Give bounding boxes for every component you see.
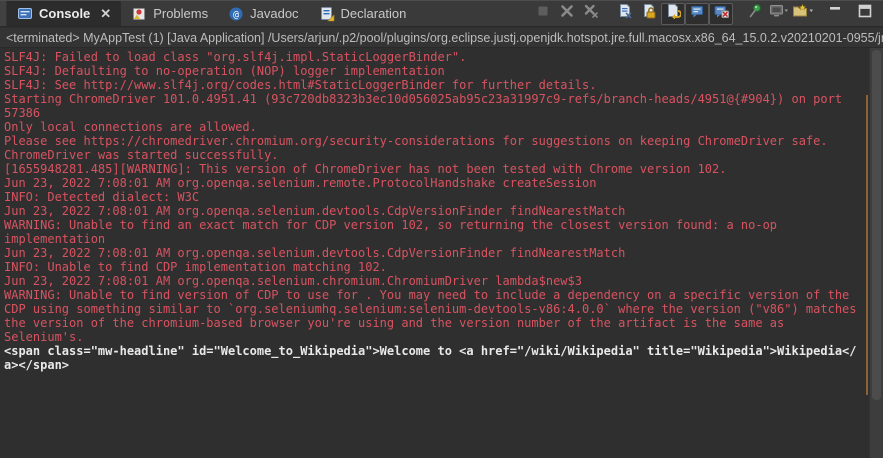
console-line: implementation	[4, 232, 106, 246]
display-selected-console-icon	[769, 3, 789, 24]
launch-status-line: <terminated> MyAppTest (1) [Java Applica…	[0, 28, 883, 48]
maximize-button[interactable]	[853, 3, 877, 25]
show-console-stdout-icon	[689, 3, 705, 24]
tab-label: Console	[39, 6, 91, 21]
view-window-buttons	[823, 3, 877, 25]
console-line: Jun 23, 2022 7:08:01 AM org.openqa.selen…	[4, 274, 582, 288]
tab-label: Declaration	[340, 6, 407, 21]
word-wrap-button[interactable]	[661, 2, 685, 25]
view-tab-bar: Console ✕ Problems @ Javadoc Declaration	[0, 0, 883, 27]
tab-console[interactable]: Console ✕	[7, 1, 122, 26]
minimize-icon	[828, 4, 842, 23]
eclipse-console-view: Console ✕ Problems @ Javadoc Declaration	[0, 0, 883, 458]
remove-all-terminated-button[interactable]	[579, 3, 603, 25]
console-line: 57386	[4, 106, 41, 120]
show-console-stderr-icon	[713, 3, 729, 24]
show-console-stderr-button[interactable]	[709, 2, 733, 25]
javadoc-icon: @	[228, 6, 244, 22]
maximize-icon	[858, 4, 872, 23]
open-console-icon	[792, 3, 814, 24]
vertical-scrollbar[interactable]	[869, 48, 883, 458]
console-line: Please see https://chromedriver.chromium…	[4, 134, 828, 148]
console-line: SLF4J: Defaulting to no-operation (NOP) …	[4, 64, 445, 78]
console-line: the version of the chromium-based browse…	[4, 316, 785, 330]
console-line: Selenium's.	[4, 330, 84, 344]
pin-console-button[interactable]	[743, 3, 767, 25]
console-line: WARNING: Unable to find version of CDP t…	[4, 288, 850, 302]
scrollbar-thumb[interactable]	[872, 50, 881, 400]
console-output-area[interactable]: SLF4J: Failed to load class "org.slf4j.i…	[0, 48, 869, 458]
tab-label: Javadoc	[250, 6, 299, 21]
terminate-icon	[535, 3, 551, 24]
console-line: WARNING: Unable to find an exact match f…	[4, 218, 778, 232]
remove-launch-icon	[559, 3, 575, 24]
overview-ruler-marker	[866, 95, 868, 395]
declaration-icon	[319, 6, 335, 22]
console-line: Jun 23, 2022 7:08:01 AM org.openqa.selen…	[4, 246, 626, 260]
console-line: SLF4J: See http://www.slf4j.org/codes.ht…	[4, 78, 597, 92]
console-line: <span class="mw-headline" id="Welcome_to…	[4, 344, 857, 358]
clear-console-icon	[617, 3, 633, 24]
console-line: Only local connections are allowed.	[4, 120, 257, 134]
console-line: Jun 23, 2022 7:08:01 AM org.openqa.selen…	[4, 204, 626, 218]
console-line: [1655948281.485][WARNING]: This version …	[4, 162, 727, 176]
console-line: INFO: Unable to find CDP implementation …	[4, 260, 387, 274]
console-toolbar	[531, 1, 883, 26]
console-line: Jun 23, 2022 7:08:01 AM org.openqa.selen…	[4, 176, 597, 190]
show-console-stdout-button[interactable]	[685, 2, 709, 25]
view-edge-strip	[0, 1, 7, 26]
console-line: a></span>	[4, 358, 70, 372]
console-icon	[17, 6, 33, 22]
terminate-button[interactable]	[531, 3, 555, 25]
console-lines: SLF4J: Failed to load class "org.slf4j.i…	[4, 50, 869, 372]
clear-console-button[interactable]	[613, 3, 637, 25]
tab-problems[interactable]: Problems	[121, 1, 218, 26]
remove-launch-button[interactable]	[555, 3, 579, 25]
scroll-lock-button[interactable]	[637, 3, 661, 25]
minimize-button[interactable]	[823, 3, 847, 25]
tab-javadoc[interactable]: @ Javadoc	[218, 1, 308, 26]
pin-console-icon	[747, 3, 763, 24]
console-line: CDP using something similar to `org.sele…	[4, 302, 857, 316]
console-line: ChromeDriver was started successfully.	[4, 148, 279, 162]
remove-all-terminated-icon	[583, 3, 599, 24]
problems-icon	[131, 6, 147, 22]
display-selected-console-button[interactable]	[767, 3, 791, 25]
tab-label: Problems	[153, 6, 209, 21]
close-tab-icon[interactable]: ✕	[100, 6, 111, 22]
svg-text:@: @	[233, 9, 239, 20]
console-line: Starting ChromeDriver 101.0.4951.41 (93c…	[4, 92, 843, 106]
open-console-button[interactable]	[791, 3, 815, 25]
console-line: SLF4J: Failed to load class "org.slf4j.i…	[4, 50, 467, 64]
scroll-lock-icon	[641, 3, 657, 24]
tab-declaration[interactable]: Declaration	[309, 1, 417, 26]
word-wrap-icon	[665, 3, 682, 24]
console-line: INFO: Detected dialect: W3C	[4, 190, 200, 204]
